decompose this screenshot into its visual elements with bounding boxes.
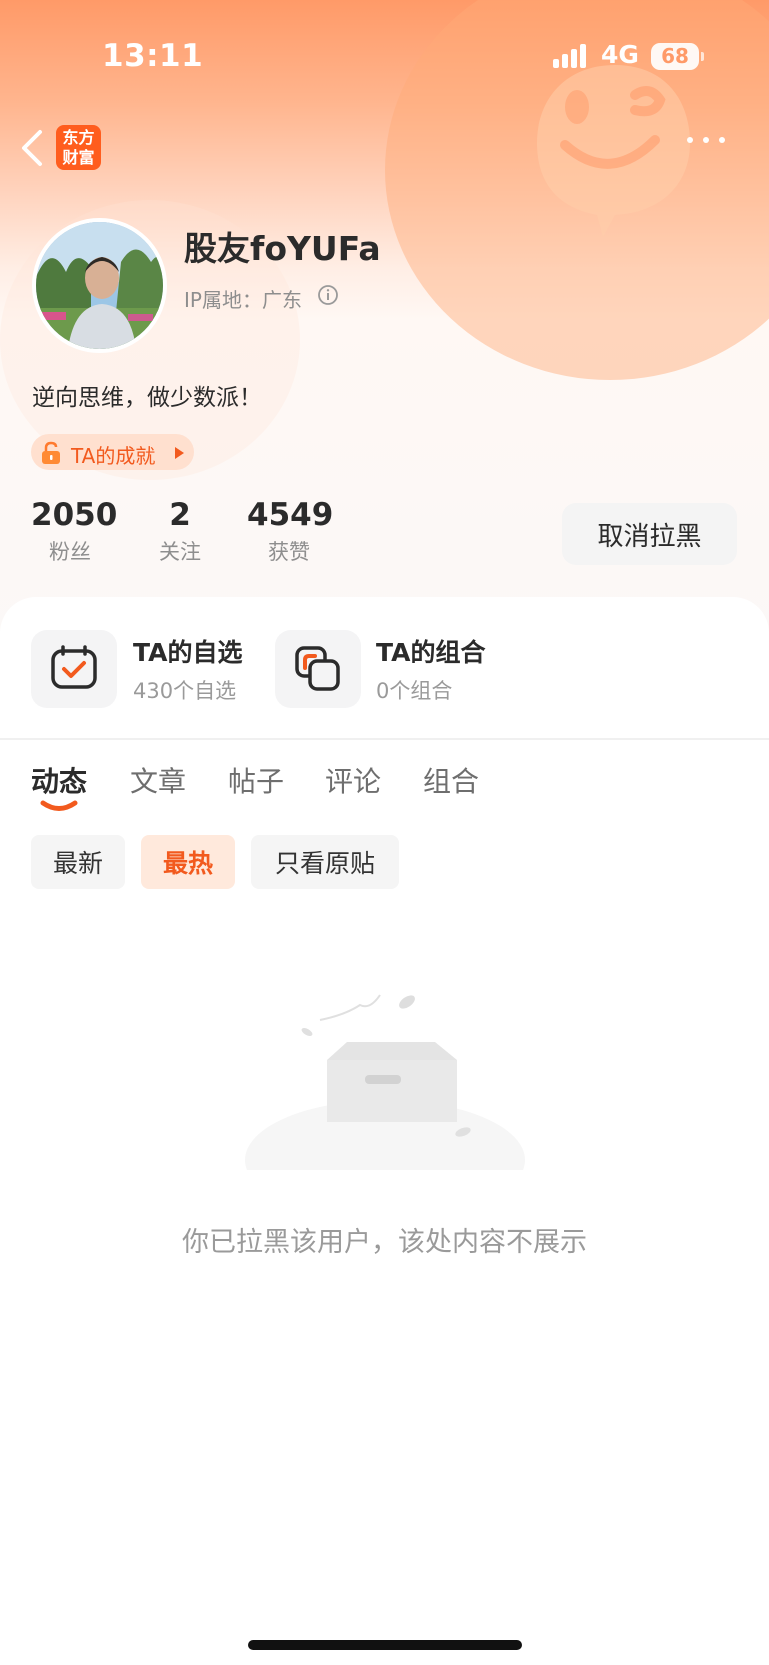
tab-activity[interactable]: 动态 bbox=[31, 760, 87, 800]
stat-following[interactable]: 2 关注 bbox=[150, 496, 210, 566]
tab-active-indicator bbox=[40, 800, 78, 811]
empty-box-illustration bbox=[245, 994, 525, 1170]
watchlist-check-icon bbox=[51, 645, 97, 689]
stat-value: 2050 bbox=[31, 497, 118, 533]
portfolio-icon bbox=[295, 646, 340, 691]
filter-latest[interactable]: 最新 bbox=[31, 835, 125, 889]
stat-value: 2 bbox=[169, 497, 191, 533]
bio: 逆向思维，做少数派！ bbox=[32, 385, 262, 411]
unblock-button[interactable]: 取消拉黑 bbox=[562, 503, 737, 565]
battery-icon: 68 bbox=[651, 43, 699, 70]
watchlist-tile[interactable] bbox=[31, 630, 117, 708]
lock-icon bbox=[42, 441, 60, 464]
logo-text-line2: 财富 bbox=[62, 148, 95, 167]
cellular-signal-icon bbox=[553, 44, 589, 68]
stat-likes[interactable]: 4549 获赞 bbox=[247, 496, 334, 566]
stat-followers[interactable]: 2050 粉丝 bbox=[31, 496, 118, 566]
username: 股友foYUFa bbox=[184, 229, 381, 268]
stat-label: 关注 bbox=[159, 540, 201, 564]
profile-page: 13:11 4G 68 东方 财富 股友foYUFa IP属地：广东 逆向思维，… bbox=[0, 0, 769, 1665]
battery-cap bbox=[701, 52, 704, 61]
status-time: 13:11 bbox=[102, 38, 204, 74]
ip-location: IP属地：广东 bbox=[184, 288, 302, 312]
more-icon[interactable] bbox=[685, 133, 729, 147]
filter-hottest[interactable]: 最热 bbox=[141, 835, 235, 889]
home-indicator[interactable] bbox=[248, 1640, 522, 1650]
empty-state-message: 你已拉黑该用户，该处内容不展示 bbox=[182, 1227, 587, 1258]
avatar[interactable] bbox=[32, 218, 167, 353]
triangle-right-icon bbox=[175, 447, 184, 459]
tab-portfolios[interactable]: 组合 bbox=[423, 760, 479, 800]
divider bbox=[0, 738, 769, 740]
watchlist-count: 430个自选 bbox=[133, 679, 237, 703]
mascot-face-icon bbox=[537, 65, 690, 237]
achievement-label: TA的成就 bbox=[71, 444, 156, 468]
chevron-left-icon[interactable] bbox=[18, 128, 48, 168]
info-icon[interactable] bbox=[317, 284, 339, 306]
app-logo: 东方 财富 bbox=[56, 125, 101, 170]
watchlist-title[interactable]: TA的自选 bbox=[133, 633, 242, 669]
tab-articles[interactable]: 文章 bbox=[130, 760, 186, 800]
logo-text-line1: 东方 bbox=[62, 128, 95, 147]
stat-label: 粉丝 bbox=[49, 540, 91, 564]
portfolio-count: 0个组合 bbox=[376, 679, 453, 703]
tab-posts[interactable]: 帖子 bbox=[228, 760, 284, 800]
stat-value: 4549 bbox=[247, 497, 334, 533]
stat-label: 获赞 bbox=[268, 540, 310, 564]
tab-comments[interactable]: 评论 bbox=[325, 760, 381, 800]
filter-original-only[interactable]: 只看原贴 bbox=[251, 835, 399, 889]
avatar-photo bbox=[36, 222, 163, 349]
portfolio-title[interactable]: TA的组合 bbox=[376, 633, 485, 669]
achievement-badge[interactable]: TA的成就 bbox=[31, 434, 194, 470]
portfolio-tile[interactable] bbox=[275, 630, 361, 708]
network-type: 4G bbox=[601, 40, 639, 69]
